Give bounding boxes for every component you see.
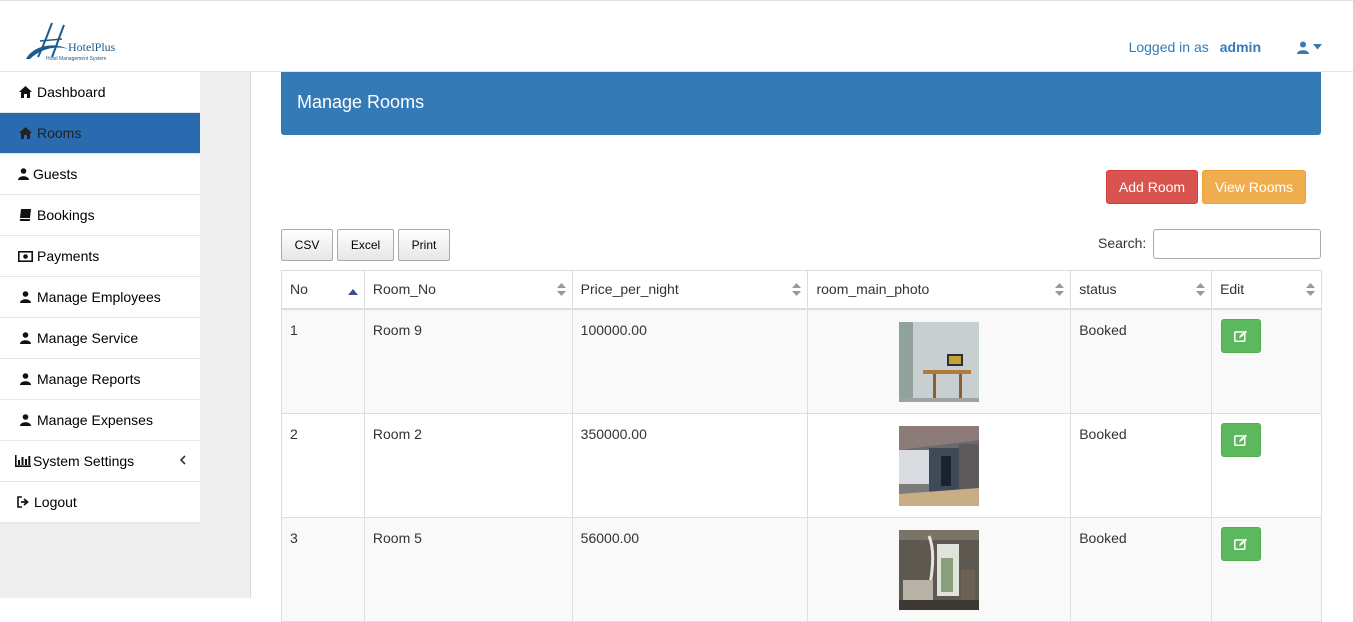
sidebar-item-rooms[interactable]: Rooms (0, 113, 200, 154)
sidebar-item-payments[interactable]: Payments (0, 236, 200, 277)
book-icon (17, 208, 33, 222)
rooms-table: No Room_No Price_per_night room_main_pho… (281, 270, 1322, 622)
column-header-room-no[interactable]: Room_No (363, 270, 573, 310)
cell-status: Booked (1070, 516, 1213, 622)
money-icon (17, 249, 33, 263)
table-row: 2 Room 2 350000.00 Booked (281, 412, 1322, 518)
export-csv-button[interactable]: CSV (281, 229, 333, 261)
edit-icon (1234, 330, 1248, 342)
sidebar-item-label: Manage Employees (37, 289, 161, 305)
sidebar-item-label: Manage Expenses (37, 412, 153, 428)
sidebar-item-manage-expenses[interactable]: Manage Expenses (0, 400, 200, 441)
room-photo-thumbnail[interactable] (899, 425, 980, 506)
column-header-room-main-photo[interactable]: room_main_photo (807, 270, 1072, 310)
page-title: Manage Rooms (297, 92, 425, 112)
user-icon (1297, 41, 1309, 54)
column-header-status[interactable]: status (1070, 270, 1213, 310)
edit-icon (1234, 434, 1248, 446)
sidebar-item-dashboard[interactable]: Dashboard (0, 72, 200, 113)
export-excel-button[interactable]: Excel (337, 229, 394, 261)
sidebar-item-bookings[interactable]: Bookings (0, 195, 200, 236)
search-label: Search: (1098, 235, 1147, 251)
user-icon (17, 331, 33, 345)
user-area: Logged in as admin (1129, 39, 1322, 55)
table-header-row: No Room_No Price_per_night room_main_pho… (281, 270, 1322, 310)
sidebar-item-label: Logout (34, 494, 77, 510)
print-button[interactable]: Print (398, 229, 450, 261)
sidebar-item-manage-reports[interactable]: Manage Reports (0, 359, 200, 400)
logged-in-username: admin (1219, 39, 1261, 55)
edit-room-button[interactable] (1221, 318, 1262, 353)
sort-both-icon (556, 283, 566, 299)
sidebar-item-guests[interactable]: Guests (0, 154, 200, 195)
column-header-edit[interactable]: Edit (1211, 270, 1322, 310)
sort-both-icon (792, 283, 802, 299)
bar-chart-icon (15, 454, 31, 468)
logo-swoosh-icon: HotelPlus Hotel Management System (26, 22, 116, 62)
sort-ascending-icon (347, 283, 358, 299)
sidebar-item-label: System Settings (33, 453, 135, 469)
user-icon (17, 372, 33, 386)
home-icon (17, 126, 33, 140)
cell-price: 100000.00 (571, 308, 809, 414)
view-rooms-button[interactable]: View Rooms (1202, 170, 1306, 204)
sidebar-item-label: Manage Reports (37, 371, 141, 387)
page-header-panel: Manage Rooms (281, 72, 1321, 135)
cell-edit (1211, 516, 1322, 622)
sidebar-item-label: Payments (37, 248, 100, 264)
edit-room-button[interactable] (1221, 526, 1262, 561)
sidebar-item-label: Rooms (37, 125, 82, 141)
sidebar-item-manage-service[interactable]: Manage Service (0, 318, 200, 359)
cell-price: 56000.00 (571, 516, 809, 622)
sort-both-icon (1055, 283, 1065, 299)
sidebar-item-label: Guests (33, 166, 78, 182)
sort-both-icon (1196, 283, 1206, 299)
hotelplus-logo[interactable]: HotelPlus Hotel Management System (22, 19, 132, 63)
cell-room-no: Room 9 (363, 308, 573, 414)
cell-price: 350000.00 (571, 412, 809, 518)
column-header-price-per-night[interactable]: Price_per_night (571, 270, 809, 310)
column-header-no[interactable]: No (281, 270, 365, 310)
logo-title: HotelPlus (68, 40, 116, 54)
sidebar: Dashboard Rooms Guests Bookings Payments… (0, 72, 200, 523)
cell-no: 2 (281, 412, 365, 518)
logged-in-label: Logged in as (1128, 39, 1209, 55)
user-icon (18, 167, 29, 181)
caret-down-icon (1313, 44, 1322, 50)
sign-out-icon (15, 495, 31, 509)
user-menu-toggle[interactable] (1297, 41, 1322, 54)
user-icon (17, 290, 33, 304)
table-row: 3 Room 5 56000.00 Booked (281, 516, 1322, 622)
cell-no: 3 (281, 516, 365, 622)
logo-subtitle: Hotel Management System (46, 56, 106, 62)
table-row: 1 Room 9 100000.00 Booked (281, 308, 1322, 414)
chevron-left-icon (179, 453, 186, 468)
sidebar-item-label: Dashboard (37, 84, 106, 100)
top-navbar: HotelPlus Hotel Management System Logged… (0, 0, 1353, 72)
home-icon (17, 85, 33, 99)
cell-status: Booked (1070, 308, 1213, 414)
sidebar-item-manage-employees[interactable]: Manage Employees (0, 277, 200, 318)
cell-edit (1211, 412, 1322, 518)
room-photo-thumbnail[interactable] (899, 321, 980, 402)
cell-edit (1211, 308, 1322, 414)
cell-status: Booked (1070, 412, 1213, 518)
edit-room-button[interactable] (1221, 422, 1262, 457)
sidebar-item-label: Bookings (37, 207, 95, 223)
add-room-button[interactable]: Add Room (1106, 170, 1198, 204)
search-input[interactable] (1153, 229, 1321, 259)
cell-room-no: Room 5 (363, 516, 573, 622)
cell-photo (807, 516, 1072, 622)
cell-room-no: Room 2 (363, 412, 573, 518)
sort-both-icon (1306, 283, 1315, 299)
user-icon (17, 413, 33, 427)
sidebar-item-system-settings[interactable]: System Settings (0, 441, 200, 482)
cell-photo (807, 412, 1072, 518)
edit-icon (1234, 538, 1248, 550)
sidebar-item-logout[interactable]: Logout (0, 482, 200, 523)
sidebar-item-label: Manage Service (37, 330, 139, 346)
cell-photo (807, 308, 1072, 414)
cell-no: 1 (281, 308, 365, 414)
